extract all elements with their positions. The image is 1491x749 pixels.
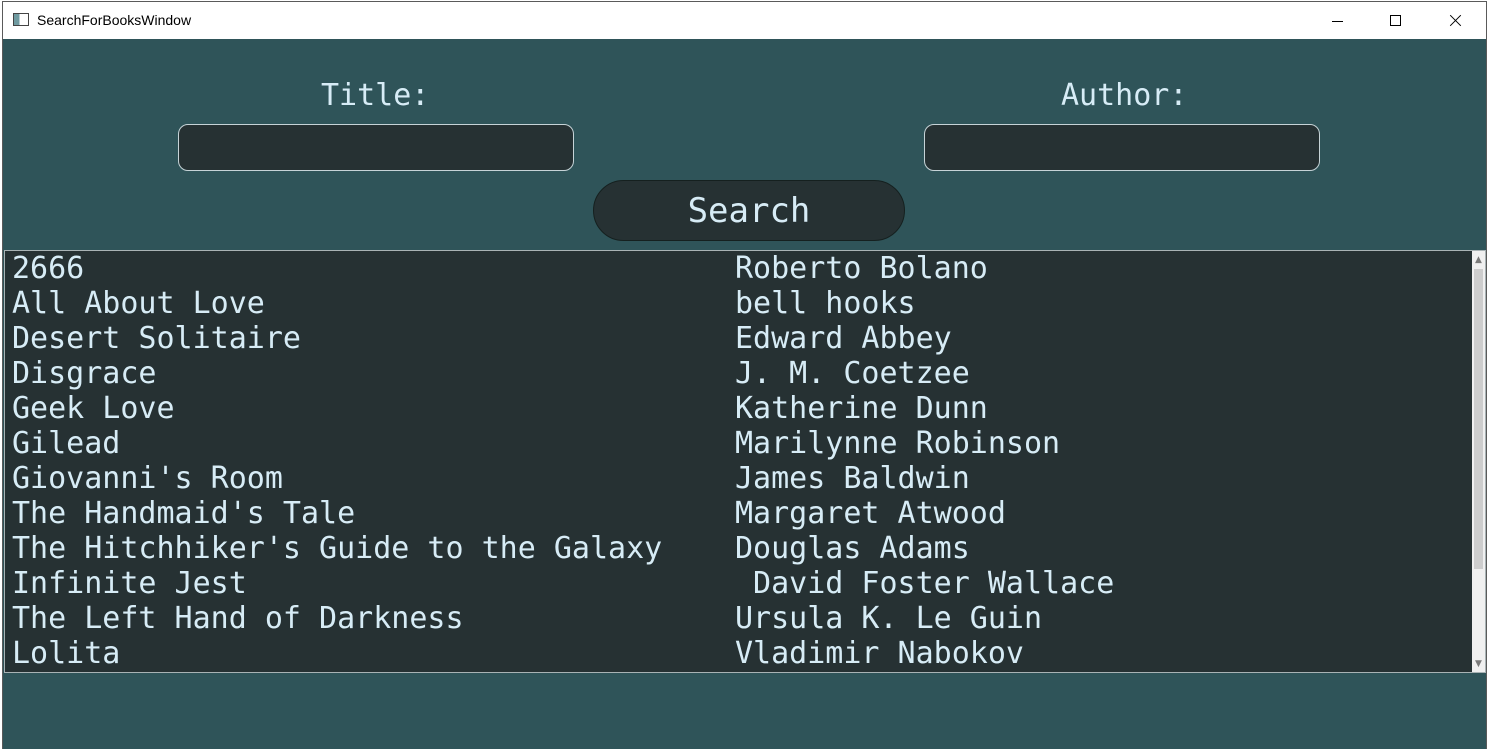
results-scrollbar[interactable]: ▲ ▼ [1472, 251, 1485, 672]
result-title: 2666 [12, 251, 85, 286]
result-row[interactable]: The Hitchhiker's Guide to the Galaxy Doug… [5, 531, 1473, 566]
result-author: Vladimir Nabokov [735, 636, 1024, 671]
result-title: Infinite Jest [12, 566, 247, 601]
close-button[interactable] [1426, 2, 1484, 39]
result-row[interactable]: Infinite Jest David Foster Wallace [5, 566, 1473, 601]
result-row[interactable]: Giovanni's Room James Baldwin [5, 461, 1473, 496]
result-row[interactable]: Lolita Vladimir Nabokov [5, 636, 1473, 671]
result-row[interactable]: Disgrace J. M. Coetzee [5, 356, 1473, 391]
window-title: SearchForBooksWindow [37, 12, 192, 28]
scroll-up-icon[interactable]: ▲ [1472, 251, 1485, 268]
search-button[interactable]: Search [593, 180, 905, 241]
result-title: Desert Solitaire [12, 321, 301, 356]
result-title: The Hitchhiker's Guide to the Galaxy [12, 531, 663, 566]
results-list[interactable]: 2666 Roberto Bolano All About Love bell hoo… [4, 250, 1486, 673]
author-label: Author: [1061, 78, 1188, 113]
result-author: Ursula K. Le Guin [735, 601, 1043, 636]
result-title: Lolita [12, 636, 121, 671]
result-title: Geek Love [12, 391, 175, 426]
result-author: Edward Abbey [735, 321, 952, 356]
result-title: Giovanni's Room [12, 461, 283, 496]
maximize-button[interactable] [1367, 2, 1425, 39]
result-author: Douglas Adams [735, 531, 970, 566]
result-author: J. M. Coetzee [735, 356, 970, 391]
result-row[interactable]: Gilead Marilynne Robinson [5, 426, 1473, 461]
result-row[interactable]: All About Love bell hooks [5, 286, 1473, 321]
result-title: All About Love [12, 286, 265, 321]
result-author: Katherine Dunn [735, 391, 988, 426]
result-row[interactable]: Desert Solitaire Edward Abbey [5, 321, 1473, 356]
result-title: The Handmaid's Tale [12, 496, 356, 531]
result-author: Marilynne Robinson [735, 426, 1061, 461]
result-title: Gilead [12, 426, 121, 461]
result-author: David Foster Wallace [735, 566, 1115, 601]
result-title: The Left Hand of Darkness [12, 601, 464, 636]
result-author: Roberto Bolano [735, 251, 988, 286]
app-window-icon [13, 13, 29, 26]
result-author: Margaret Atwood [735, 496, 1006, 531]
search-for-books-window: SearchForBooksWindow Title: Author: Sear… [2, 1, 1487, 749]
title-label: Title: [321, 78, 430, 113]
title-input[interactable] [178, 124, 574, 171]
result-row[interactable]: Geek Love Katherine Dunn [5, 391, 1473, 426]
title-bar[interactable]: SearchForBooksWindow [3, 2, 1486, 39]
minimize-button[interactable] [1308, 2, 1366, 39]
result-author: bell hooks [735, 286, 916, 321]
scroll-down-icon[interactable]: ▼ [1472, 655, 1485, 672]
result-row[interactable]: The Handmaid's Tale Margaret Atwood [5, 496, 1473, 531]
result-title: Disgrace [12, 356, 157, 391]
result-row[interactable]: The Left Hand of Darkness Ursula K. Le Gu… [5, 601, 1473, 636]
result-row[interactable]: 2666 Roberto Bolano [5, 251, 1473, 286]
result-author: James Baldwin [735, 461, 970, 496]
results-rows: 2666 Roberto Bolano All About Love bell hoo… [5, 251, 1473, 672]
scroll-thumb[interactable] [1474, 269, 1483, 569]
author-input[interactable] [924, 124, 1320, 171]
